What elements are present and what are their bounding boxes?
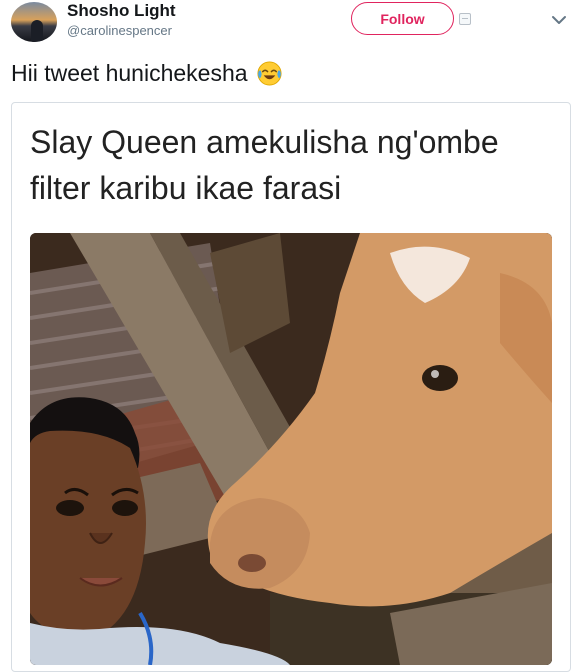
user-handle[interactable]: @carolinespencer: [67, 23, 172, 38]
tweet-text: Hii tweet hunichekesha: [11, 60, 248, 86]
chevron-down-icon[interactable]: [549, 10, 569, 30]
avatar-silhouette: [31, 20, 43, 42]
selfie-woman-with-cow-photo[interactable]: [30, 233, 552, 665]
face-with-tears-of-joy-icon: [256, 61, 282, 86]
display-name[interactable]: Shosho Light: [67, 1, 176, 21]
tweet-text-row: Hii tweet hunichekesha: [11, 60, 283, 87]
follow-button[interactable]: Follow: [351, 2, 454, 35]
avatar[interactable]: [11, 2, 57, 42]
envelope-icon[interactable]: [459, 13, 471, 25]
meme-caption: Slay Queen amekulisha ng'ombe filter kar…: [30, 124, 499, 206]
